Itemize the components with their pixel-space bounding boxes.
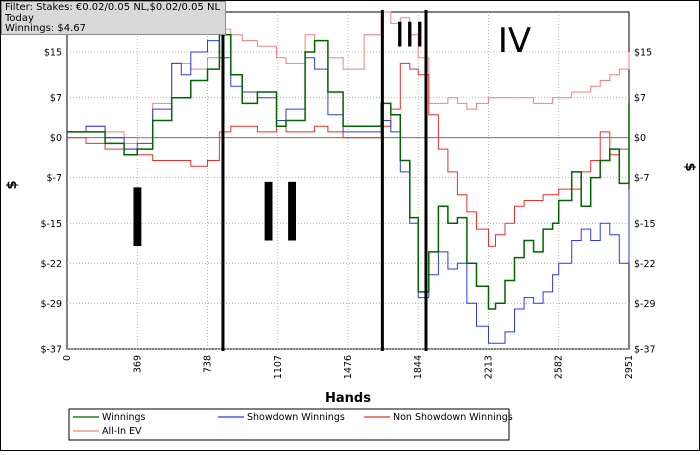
- legend-label-winnings: Winnings: [102, 412, 146, 423]
- x-tick-label: 0: [62, 355, 73, 361]
- y-tick-label-right: $-29: [634, 299, 656, 310]
- y-tick-label-right: $-15: [634, 219, 656, 230]
- annotation-iii: III: [395, 15, 425, 55]
- y-tick-label-left: $-15: [40, 219, 62, 230]
- y-tick-label-right: $15: [634, 47, 652, 58]
- y-tick-label-left: $7: [50, 93, 62, 104]
- filter-info-box: Filter: Stakes: €0.02/0.05 NL,$0.02/0.05…: [1, 1, 226, 35]
- y-tick-label-left: $-7: [46, 173, 62, 184]
- y-tick-label-left: $-29: [40, 299, 62, 310]
- y-tick-label-left: $0: [50, 133, 62, 144]
- x-tick-label: 1476: [343, 355, 354, 379]
- y-axis-title-left: $: [5, 180, 20, 189]
- y-tick-label-right: $-37: [634, 345, 656, 356]
- x-axis-title: Hands: [325, 391, 371, 406]
- x-tick-label: 2951: [624, 355, 635, 379]
- legend-label-non-showdown: Non Showdown Winnings: [393, 412, 513, 423]
- y-tick-label-left: $-37: [40, 345, 62, 356]
- annotation-iv: IV: [498, 21, 531, 61]
- x-tick-label: 738: [203, 355, 214, 373]
- legend: Winnings Showdown Winnings Non Showdown …: [68, 408, 513, 441]
- filter-stakes-text: Filter: Stakes: €0.02/0.05 NL,$0.02/0.05…: [5, 2, 221, 13]
- annotation-ii: II: [257, 166, 304, 259]
- y-tick-label-right: $-22: [634, 259, 656, 270]
- x-tick-label: 2582: [554, 355, 565, 379]
- y-tick-label-right: $0: [634, 133, 646, 144]
- filter-winnings-text: Winnings: $4.67: [5, 23, 86, 34]
- legend-label-allin-ev: All-In EV: [102, 426, 142, 437]
- x-tick-label: 369: [132, 355, 143, 373]
- y-tick-label-left: $15: [44, 47, 62, 58]
- chart: $15 $15 $7 $7 $0 $0 $-7 $-7 $-15 $-15 $-22 $-22 $-29…: [0, 0, 700, 451]
- legend-label-showdown: Showdown Winnings: [247, 412, 345, 423]
- chart-svg: $15 $15 $7 $7 $0 $0 $-7 $-7 $-15 $-15 $-22 $-22 $-29…: [0, 0, 700, 451]
- y-tick-label-left: $-22: [40, 259, 62, 270]
- y-axis-title-right: $: [682, 162, 697, 171]
- y-tick-label-right: $7: [634, 93, 646, 104]
- annotation-i: I: [126, 172, 150, 265]
- x-tick-label: 1107: [273, 355, 284, 379]
- x-tick-label: 2213: [483, 355, 494, 379]
- y-tick-label-right: $-7: [634, 173, 650, 184]
- x-tick-label: 1844: [413, 355, 424, 379]
